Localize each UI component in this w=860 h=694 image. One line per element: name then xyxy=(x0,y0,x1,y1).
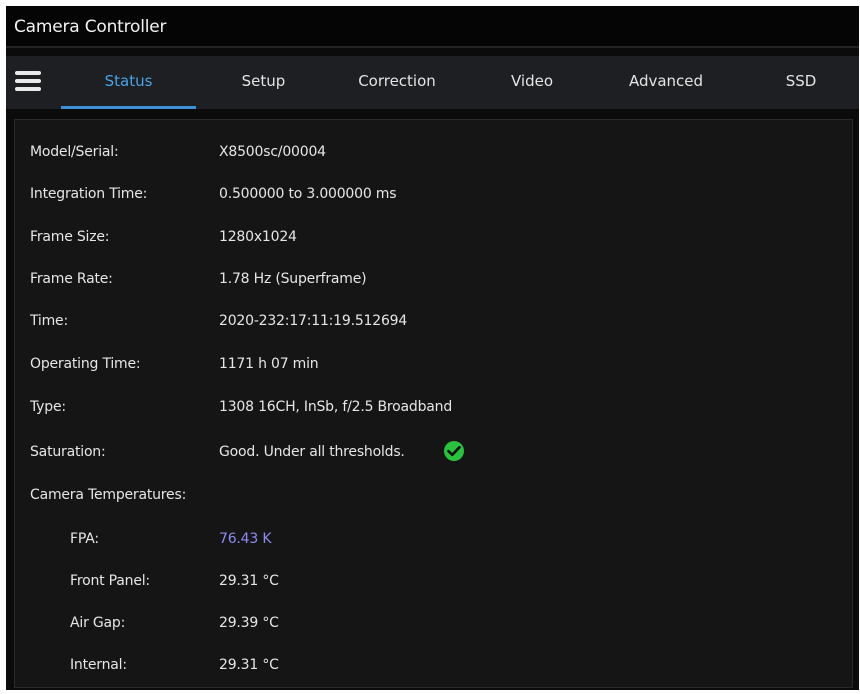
tab-setup[interactable]: Setup xyxy=(216,56,311,109)
status-panel: Model/Serial: X8500sc/00004 Integration … xyxy=(14,119,853,688)
internal-value: 29.31 °C xyxy=(219,657,279,673)
window-title: Camera Controller xyxy=(14,17,167,37)
front-panel-value: 29.31 °C xyxy=(219,573,279,589)
tab-advanced[interactable]: Advanced xyxy=(611,56,721,109)
tab-status[interactable]: Status xyxy=(61,56,196,109)
frame-size-value: 1280x1024 xyxy=(219,229,297,245)
time-label: Time: xyxy=(30,313,68,329)
integration-time-label: Integration Time: xyxy=(30,186,148,202)
integration-time-value: 0.500000 to 3.000000 ms xyxy=(219,186,397,202)
air-gap-label: Air Gap: xyxy=(70,615,126,631)
tab-bar: Status Setup Correction Video Advanced S… xyxy=(6,56,859,109)
saturation-value: Good. Under all thresholds. xyxy=(219,444,405,460)
camera-temperatures-heading: Camera Temperatures: xyxy=(30,487,187,503)
model-serial-label: Model/Serial: xyxy=(30,144,119,160)
tab-correction[interactable]: Correction xyxy=(341,56,453,109)
type-label: Type: xyxy=(30,399,66,415)
air-gap-value: 29.39 °C xyxy=(219,615,279,631)
tab-video[interactable]: Video xyxy=(491,56,573,109)
check-circle-icon xyxy=(444,441,464,461)
frame-rate-value: 1.78 Hz (Superframe) xyxy=(219,271,367,287)
front-panel-label: Front Panel: xyxy=(70,573,150,589)
time-value: 2020-232:17:11:19.512694 xyxy=(219,313,408,329)
operating-time-label: Operating Time: xyxy=(30,356,141,372)
fpa-label: FPA: xyxy=(70,531,99,547)
model-serial-value: X8500sc/00004 xyxy=(219,144,326,160)
internal-label: Internal: xyxy=(70,657,127,673)
saturation-label: Saturation: xyxy=(30,444,106,460)
fpa-value: 76.43 K xyxy=(219,531,272,547)
frame-size-label: Frame Size: xyxy=(30,229,110,245)
camera-controller-window: Camera Controller Status Setup Correctio… xyxy=(6,6,859,690)
tab-ssd[interactable]: SSD xyxy=(766,56,836,109)
frame-rate-label: Frame Rate: xyxy=(30,271,113,287)
title-bar: Camera Controller xyxy=(6,6,859,48)
type-value: 1308 16CH, InSb, f/2.5 Broadband xyxy=(219,399,453,415)
operating-time-value: 1171 h 07 min xyxy=(219,356,319,372)
hamburger-menu-icon[interactable] xyxy=(15,71,41,91)
